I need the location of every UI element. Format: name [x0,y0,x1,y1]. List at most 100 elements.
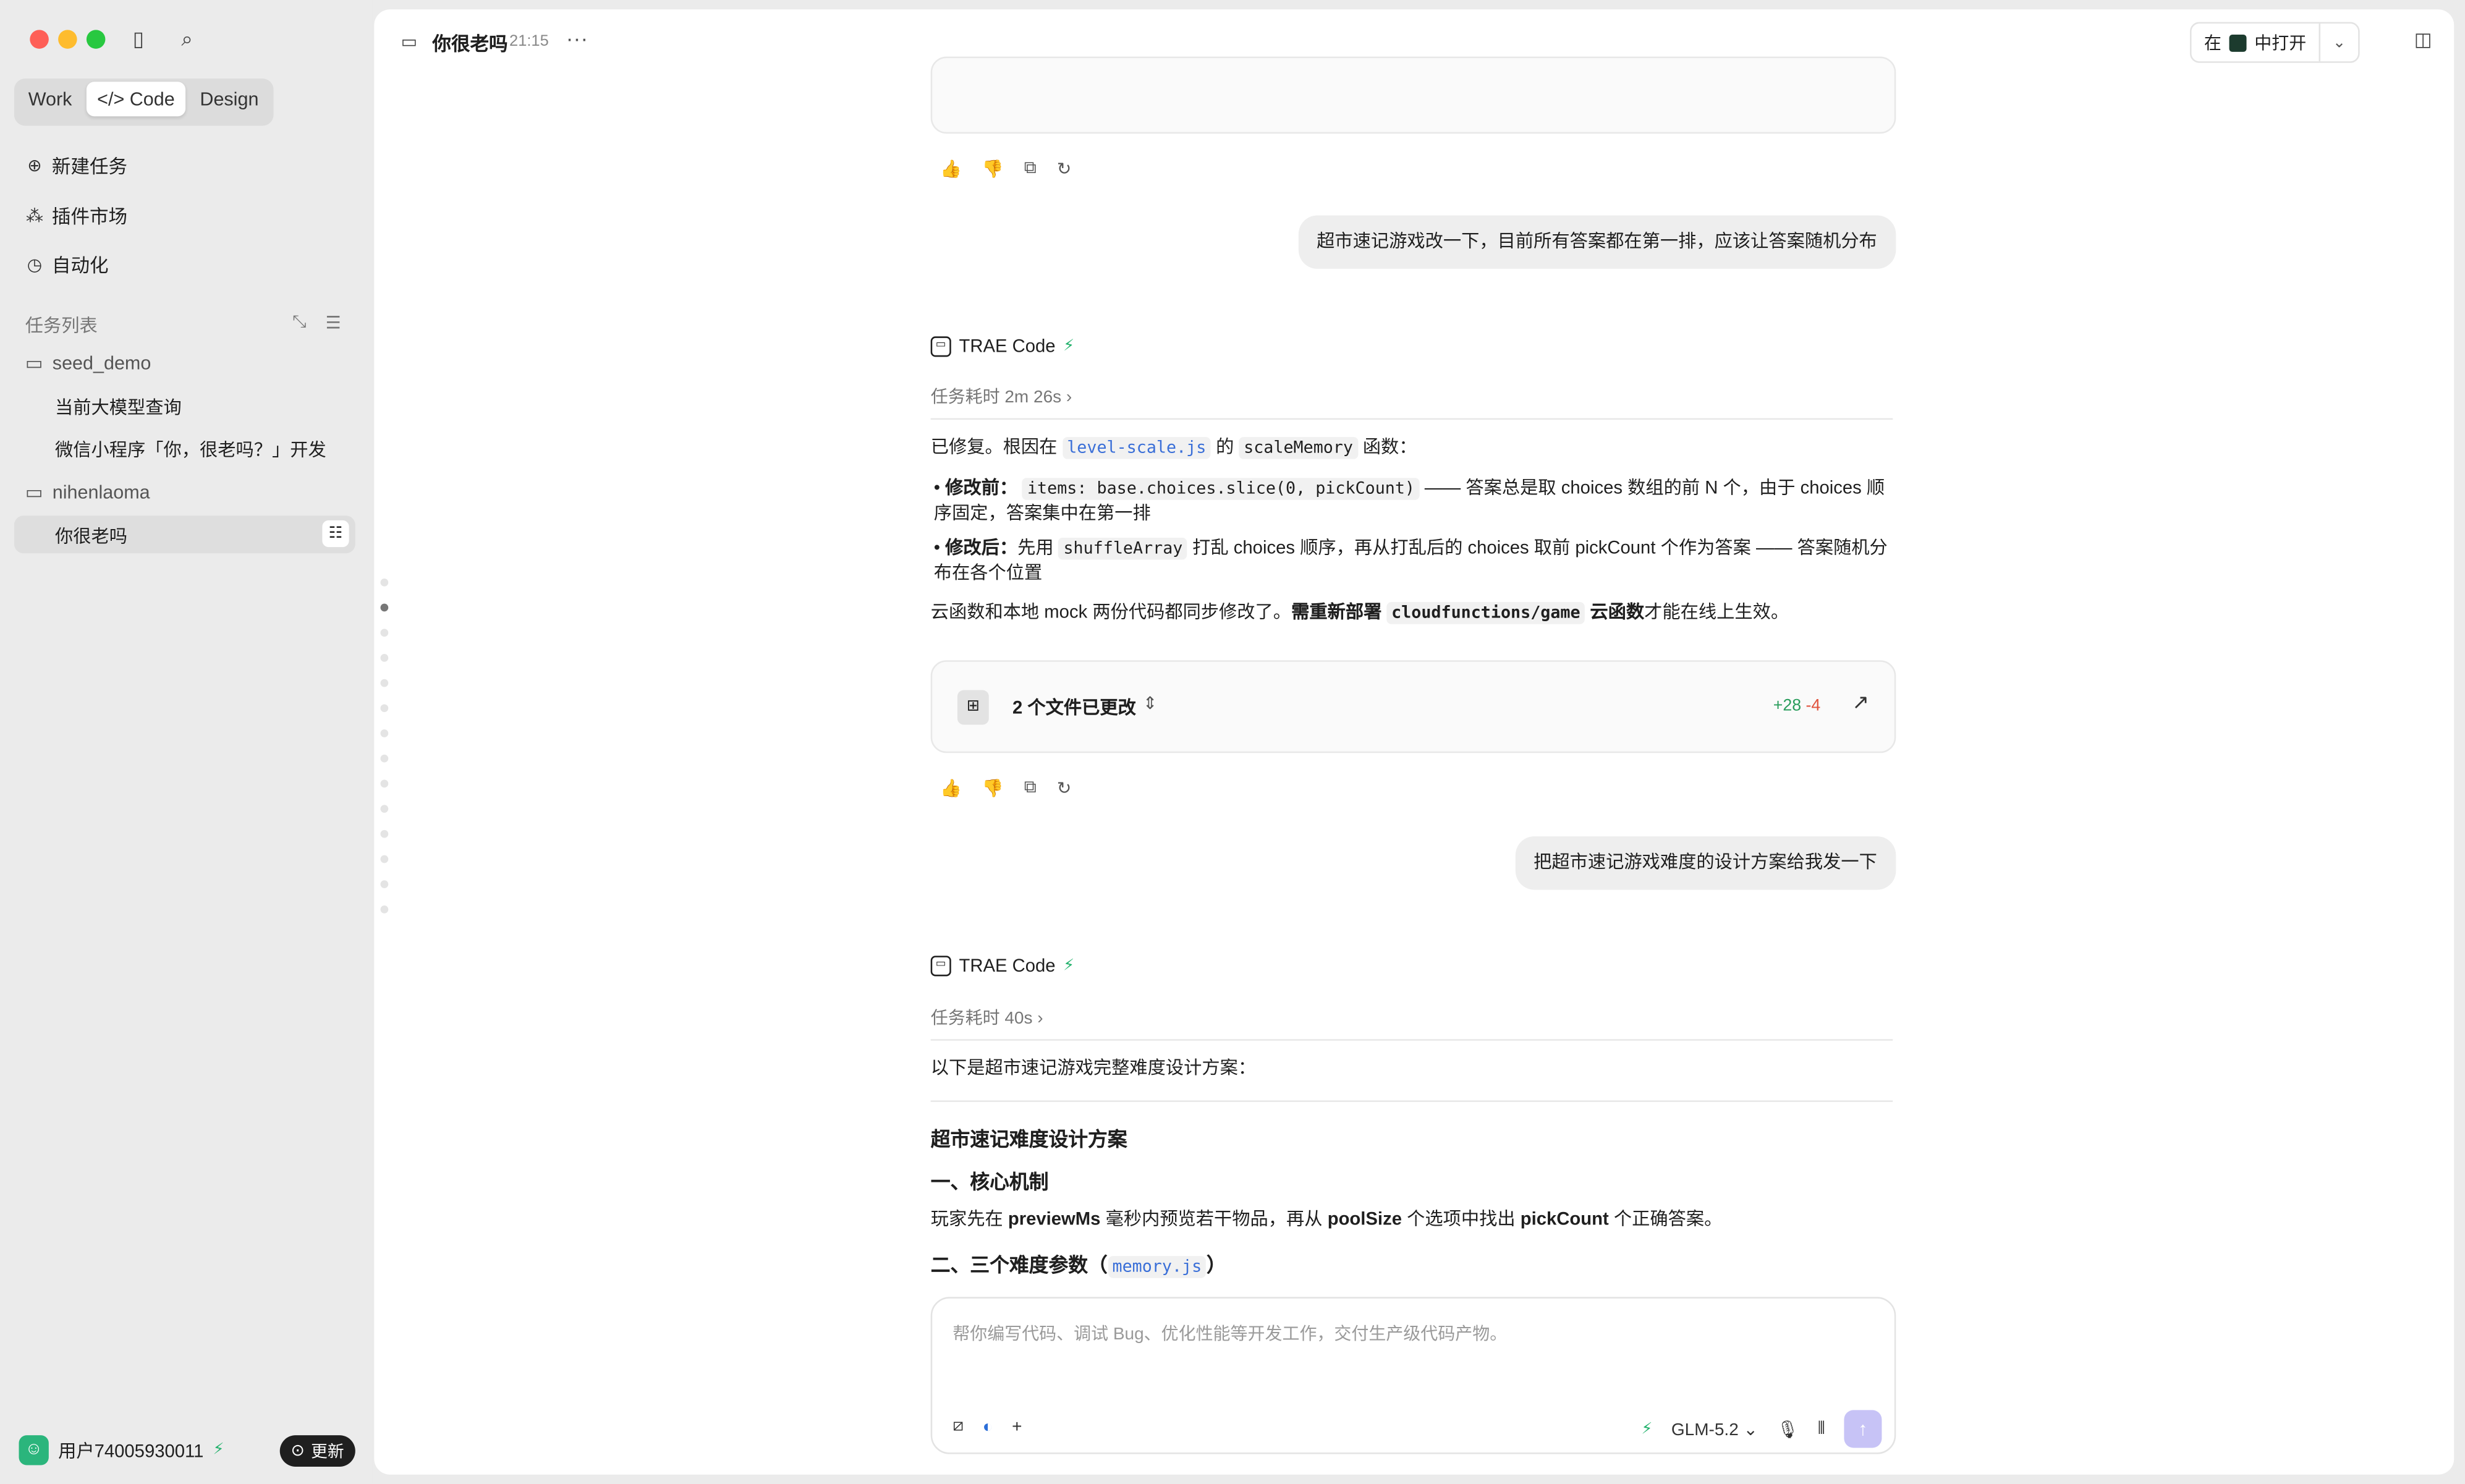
heading-3: 二、三个难度参数（ memory.js） [931,1248,1226,1278]
reaction-bar: 👍 👎 ⧉ ↻ [940,778,1071,799]
changed-files-card-partial[interactable] [930,56,1896,134]
model-selector[interactable]: GLM-5.2 ⌄ [1671,1418,1758,1439]
reply-outro: 云函数和本地 mock 两份代码都同步修改了。需重新部署 cloudfuncti… [931,601,1893,626]
bot-label: ▭ TRAE Code ⚡ [930,956,1075,977]
search-icon[interactable]: ⌕ [174,27,200,52]
retry-icon[interactable]: ↻ [1057,159,1071,179]
nav-dot[interactable] [380,880,389,889]
folder-icon: ▭ [25,481,43,503]
retry-icon[interactable]: ↻ [1057,778,1071,799]
task-item[interactable]: 当前大模型查询 [55,394,182,420]
file-link[interactable]: level-scale.js [1062,437,1211,459]
reaction-bar: 👍 👎 ⧉ ↻ [940,159,1071,179]
plus-circle-icon: ⊕ [27,156,42,176]
code-icon: </> [97,88,130,111]
user-message: 超市速记游戏改一下，目前所有答案都在第一排，应该让答案随机分布 [1297,215,1896,269]
bolt-icon: ⚡ [1063,337,1075,355]
mode-switcher: Work </> Code Design [14,78,273,126]
bullet-before: • 修改前： items: base.choices.slice(0, pick… [934,477,1893,527]
chevron-down-icon[interactable]: ⌄ [2320,34,2358,51]
microphone-icon[interactable]: 🎙 [1777,1418,1799,1439]
task-duration[interactable]: 任务耗时 40s › [931,1004,1043,1030]
nav-automation[interactable]: ◷ 自动化 [25,252,109,278]
task-item-active[interactable]: 你很老吗 ☷ [14,515,355,554]
chat-panel: ▭ 你很老吗 21:15 ··· 在中打开 ⌄ ◫ 👍 👎 ⧉ ↻ 超市速记游戏… [374,9,2454,1475]
plugin-icon: ⁂ [25,206,43,226]
composer[interactable]: 帮你编写代码、调试 Bug、优化性能等开发工作，交付生产级代码产物。 ⧄ ◐ +… [930,1297,1896,1454]
bullet-after: • 修改后：先用 shuffleArray 打乱 choices 顺序，再从打乱… [934,536,1893,586]
more-icon[interactable]: ··· [566,25,588,51]
task-outline-icon[interactable]: ☷ [322,520,349,548]
bolt-icon: ⚡ [1063,957,1075,975]
nav-new-task[interactable]: ⊕ 新建任务 [25,153,127,179]
close-window-button[interactable] [30,30,49,49]
reply2-intro: 以下是超市速记游戏完整难度设计方案： [930,1059,1257,1079]
nav-dot[interactable] [380,805,389,813]
divider [930,1100,1893,1102]
nav-dot[interactable] [380,629,389,637]
add-icon[interactable]: + [1012,1417,1022,1436]
file-diff-icon: ⊞ [957,690,989,725]
tab-work[interactable]: Work [17,82,83,116]
nav-dot-active[interactable] [380,603,389,612]
task-list-title: 任务列表 [25,317,98,337]
download-icon: ⊙ [291,1441,305,1461]
nav-dot[interactable] [380,654,389,662]
thumbs-up-icon[interactable]: 👍 [940,159,962,179]
filter-icon[interactable]: ☰ [325,313,341,334]
nav-dot[interactable] [380,754,389,763]
maximize-window-button[interactable] [86,30,106,49]
chat-time: 21:15 [509,33,549,51]
nav-dot[interactable] [380,829,389,838]
collapse-icon[interactable]: ⤡ [292,313,306,333]
copy-icon[interactable]: ⧉ [1024,778,1037,799]
slash-command-icon[interactable]: ⧄ [952,1417,964,1437]
folder-seed-demo[interactable]: ▭ seed_demo [25,352,151,375]
nav-dot[interactable] [380,578,389,587]
voice-wave-icon[interactable]: ⦀ [1818,1418,1825,1439]
thumbs-up-icon[interactable]: 👍 [940,778,962,799]
task-duration[interactable]: 任务耗时 2m 26s › [931,384,1072,409]
monitor-icon: ▭ [401,33,418,52]
globe-icon[interactable]: ◐ [983,1417,993,1436]
ide-logo-icon [2229,33,2247,51]
page-title: 你很老吗 [432,33,508,56]
sidebar: ▯ ⌕ Work </> Code Design ⊕ 新建任务 ⁂ 插件市场 ◷… [0,0,373,1484]
nav-dot[interactable] [380,779,389,788]
copy-icon[interactable]: ⧉ [1024,159,1037,179]
toggle-sidebar-icon[interactable]: ▯ [125,27,151,52]
user-profile[interactable]: ☺ 用户74005930011 ⚡ [19,1435,224,1465]
minimize-window-button[interactable] [58,30,77,49]
task-item[interactable]: 微信小程序「你，很老吗？」开发 [55,437,326,462]
heading-1: 超市速记难度设计方案 [930,1129,1127,1151]
divider [930,418,1893,420]
open-in-button[interactable]: 在中打开 ⌄ [2189,22,2360,63]
nav-dot[interactable] [380,855,389,863]
changed-files-card[interactable]: ⊞ 2 个文件已更改 ⇕ +28 -4 ↗ [930,660,1896,753]
nav-dot[interactable] [380,905,389,914]
tab-design[interactable]: Design [189,82,270,116]
tab-code[interactable]: </> Code [86,82,186,117]
nav-plugin-market[interactable]: ⁂ 插件市场 [25,203,127,229]
composer-input[interactable]: 帮你编写代码、调试 Bug、优化性能等开发工作，交付生产级代码产物。 [952,1320,1507,1346]
divider [930,1039,1893,1041]
changed-files-label: 2 个文件已更改 [1012,699,1136,719]
reply2-paragraph: 玩家先在 previewMs 毫秒内预览若干物品，再从 poolSize 个选项… [930,1210,1723,1229]
send-button[interactable]: ↑ [1844,1410,1882,1448]
nav-dot[interactable] [380,704,389,713]
diff-stats: +28 -4 [1773,696,1821,716]
thumbs-down-icon[interactable]: 👎 [982,159,1004,179]
nav-dot[interactable] [380,729,389,737]
nav-dot[interactable] [380,679,389,687]
right-panel-icon[interactable]: ◫ [2414,28,2432,51]
alarm-clock-icon: ◷ [27,255,43,274]
folder-nihenlaoma[interactable]: ▭ nihenlaoma [25,481,150,503]
open-external-icon[interactable]: ↗ [1852,690,1869,716]
update-button[interactable]: ⊙ 更新 [279,1435,355,1467]
chevron-updown-icon[interactable]: ⇕ [1143,693,1157,714]
bot-icon: ▭ [930,956,951,977]
thumbs-down-icon[interactable]: 👎 [982,778,1004,799]
avatar: ☺ [19,1435,49,1465]
bolt-icon[interactable]: ⚡ [1642,1420,1653,1438]
message-navigator [380,578,390,931]
